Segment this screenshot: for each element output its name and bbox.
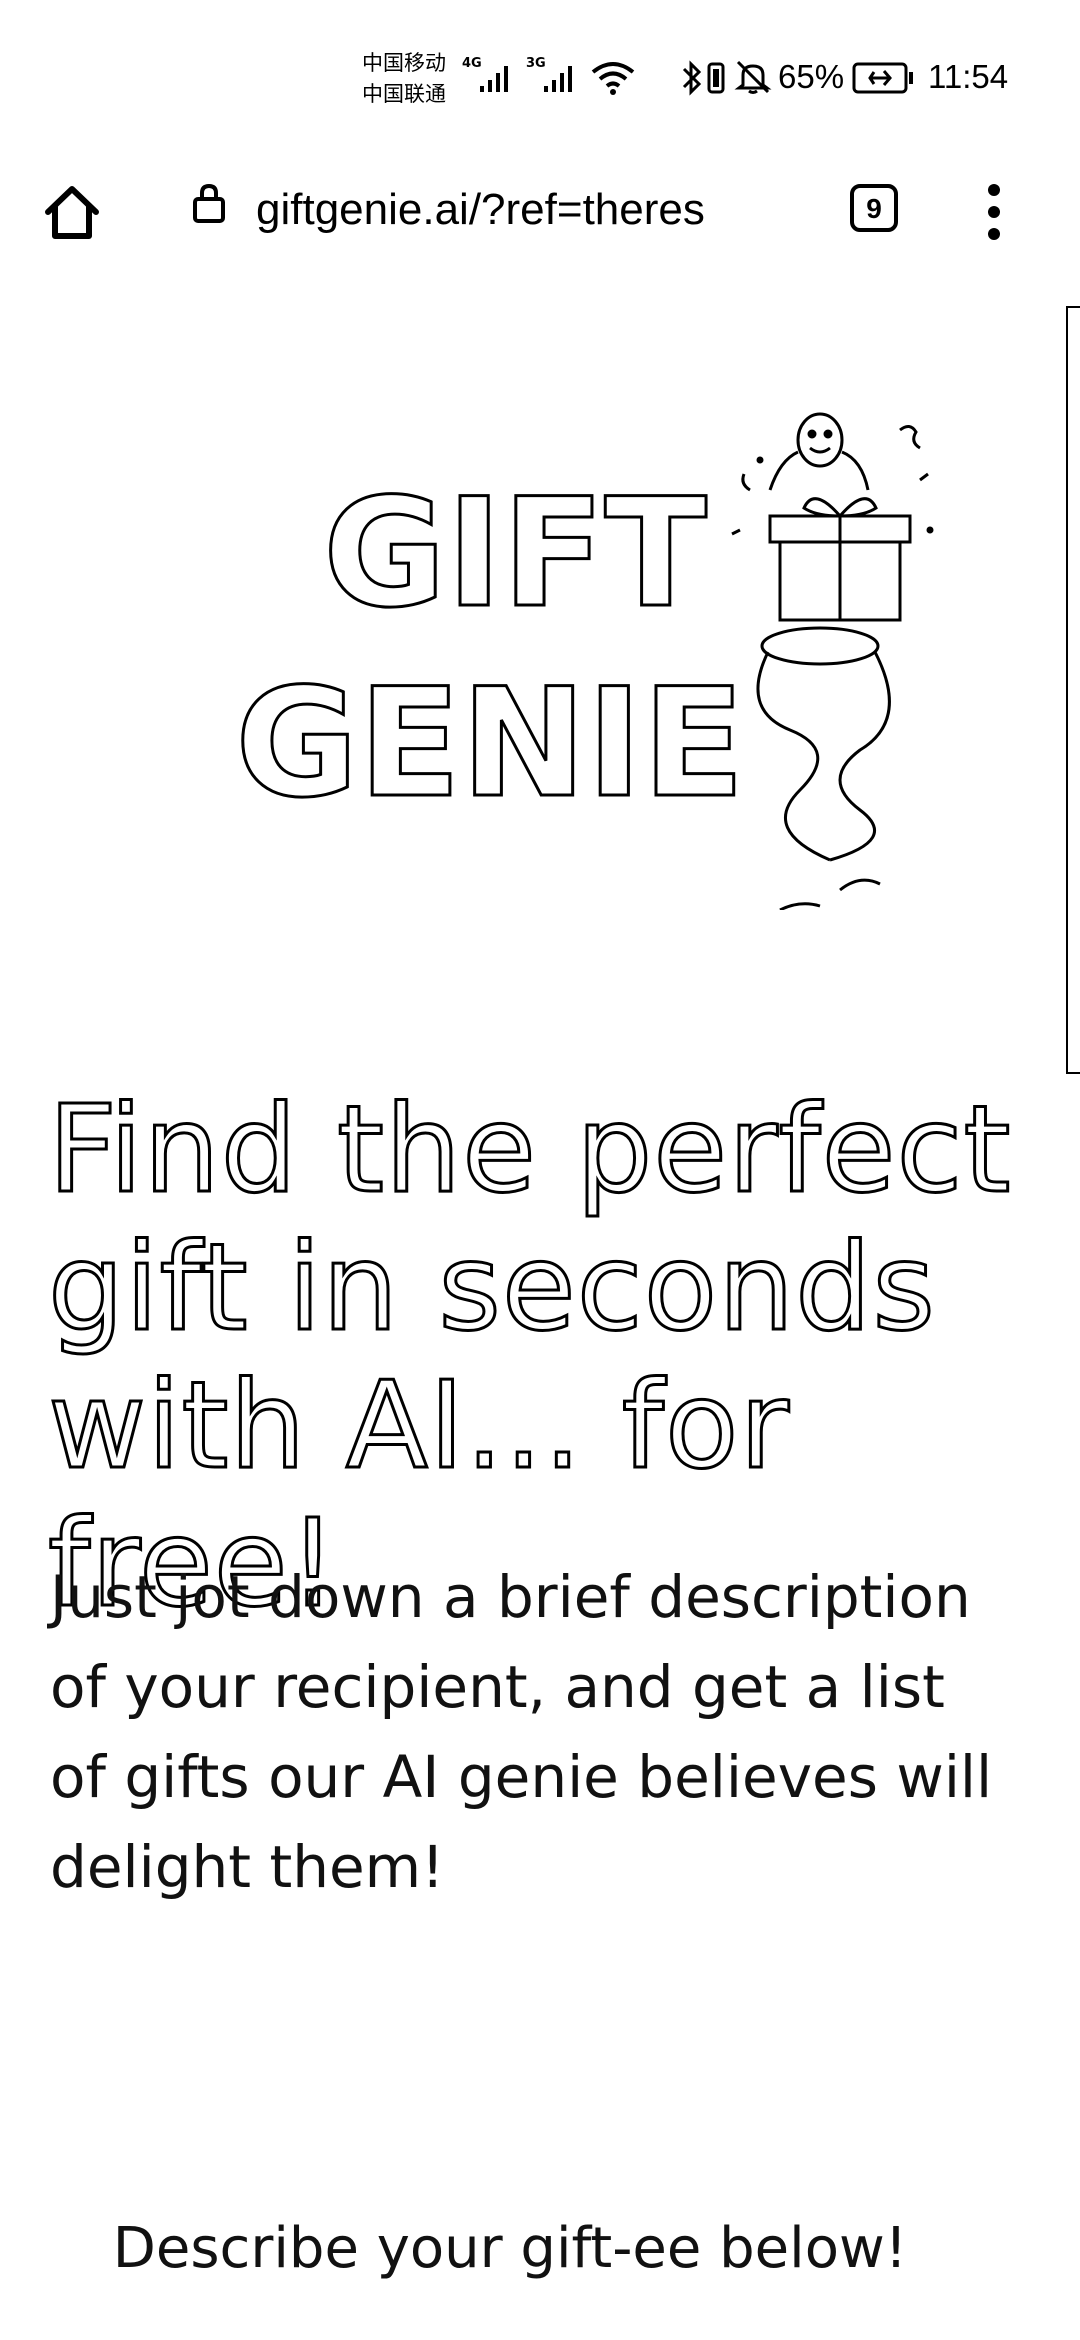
genie-illustration (731, 412, 934, 910)
carrier-1-label: 中国移动 (362, 51, 446, 75)
bluetooth-icon (682, 60, 702, 96)
page-description: Just jot down a brief description of you… (50, 1563, 993, 1901)
battery-icon (852, 62, 913, 94)
status-bar: 中国移动 中国联通 4G 3G 65% 11:54 (0, 0, 1080, 160)
menu-icon[interactable] (976, 180, 1012, 244)
mute-icon (734, 60, 772, 94)
browser-toolbar: giftgenie.ai/?ref=theres 9 (0, 160, 1080, 260)
address-bar[interactable]: giftgenie.ai/?ref=theres (256, 180, 766, 240)
home-icon[interactable] (40, 180, 104, 244)
tab-switcher-button[interactable]: 9 (850, 184, 898, 232)
logo-line-1: GIFT (323, 467, 707, 641)
carrier-2-label: 中国联通 (362, 82, 446, 106)
vibrate-icon (707, 62, 725, 94)
scrollbar[interactable] (1066, 306, 1080, 1074)
lock-icon (193, 183, 225, 223)
describe-prompt: Describe your gift-ee below! (112, 2216, 908, 2281)
gift-genie-logo: GIFT GENIE (234, 412, 934, 910)
wifi-icon (591, 62, 635, 95)
logo-line-2: GENIE (235, 657, 744, 831)
carrier-labels: 中国移动 中国联通 (362, 48, 446, 110)
battery-percent: 65% (778, 58, 845, 95)
clock: 11:54 (928, 58, 1009, 95)
